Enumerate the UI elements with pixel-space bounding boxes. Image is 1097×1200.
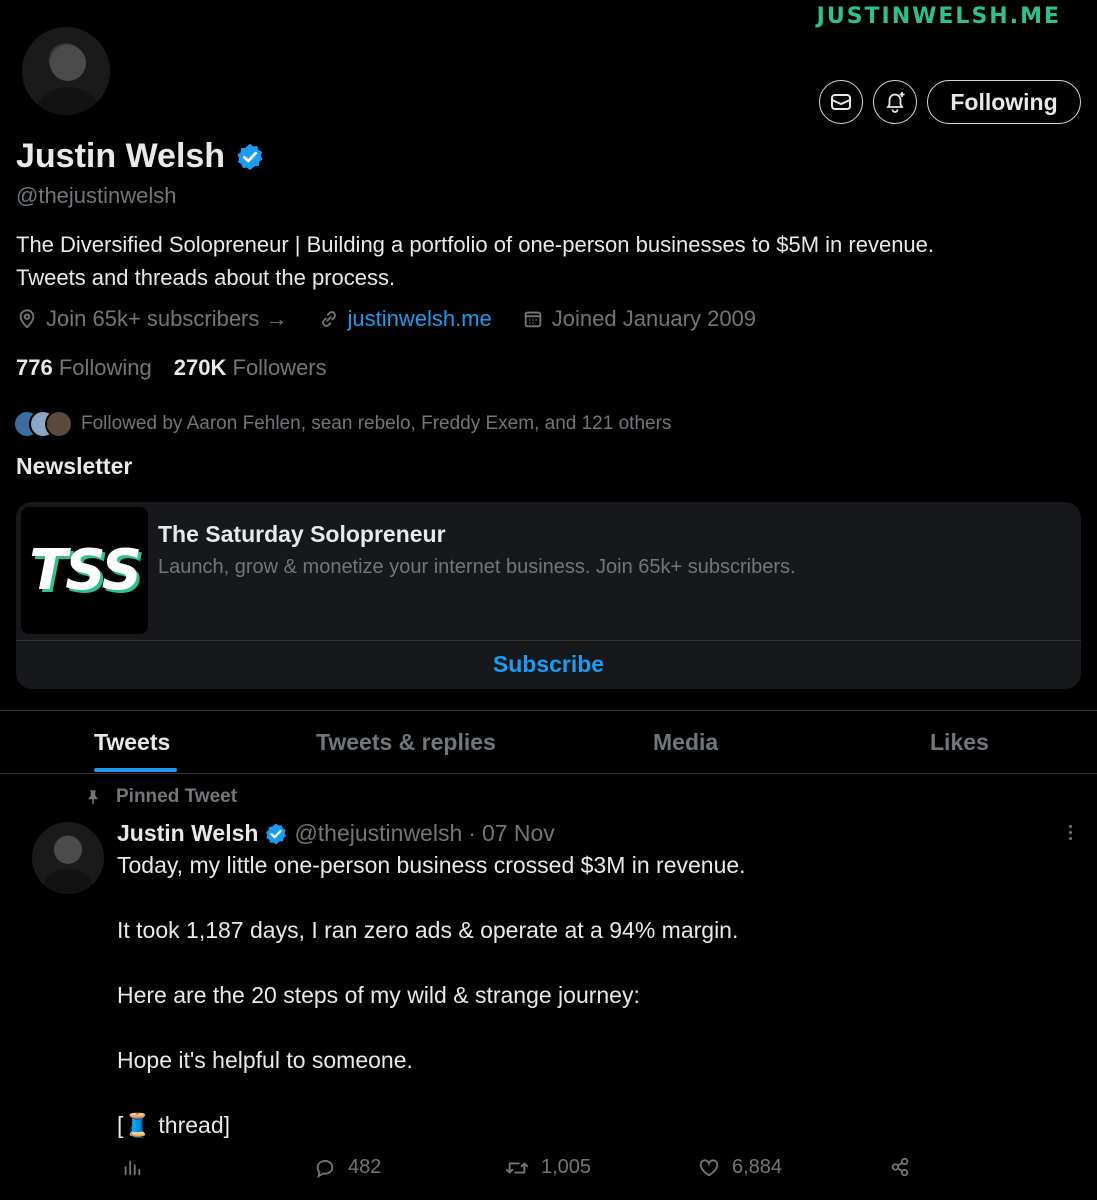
newsletter-title: The Saturday Solopreneur	[158, 521, 446, 547]
pinned-label: Pinned Tweet	[84, 786, 237, 808]
bio-line: The Diversified Solopreneur | Building a…	[16, 232, 935, 257]
tab-media[interactable]: Media	[653, 711, 718, 773]
follower-avatars	[13, 410, 73, 438]
analytics-icon	[124, 1160, 141, 1176]
tweet-text-line: [🧵 thread]	[117, 1112, 231, 1138]
website-link[interactable]: justinwelsh.me	[348, 306, 492, 332]
profile-name-row: Justin Welsh	[16, 137, 265, 176]
tweet-header: Justin Welsh @thejustinwelsh · 07 Nov	[117, 820, 555, 847]
following-button[interactable]: Following	[927, 80, 1081, 124]
followers-count: 270K	[173, 355, 227, 380]
retweet-count: 1,005	[541, 1156, 592, 1178]
location-icon	[19, 309, 35, 329]
reply-icon	[316, 1159, 334, 1178]
pinned-text: Pinned Tweet	[116, 786, 238, 807]
tweet-separator: ·	[468, 820, 476, 846]
tweet-avatar[interactable]	[32, 822, 104, 894]
notifications-button[interactable]	[873, 80, 917, 124]
tweet-text-line: Here are the 20 steps of my wild & stran…	[117, 982, 640, 1008]
reply-button[interactable]: 482	[314, 1156, 381, 1179]
following-count: 776	[16, 355, 53, 380]
profile-meta: Join 65k+ subscribers → justinwelsh.me J…	[16, 306, 756, 332]
tweet-text-line: Hope it's helpful to someone.	[117, 1047, 413, 1073]
message-button[interactable]	[819, 80, 863, 124]
retweet-button[interactable]: 1,005	[505, 1156, 591, 1179]
verified-badge-icon	[266, 823, 287, 844]
tweet-author-name[interactable]: Justin Welsh	[117, 820, 258, 847]
following-count-link[interactable]: 776 Following	[16, 355, 152, 381]
followers-label: Followers	[232, 355, 327, 380]
avatar	[45, 410, 73, 438]
location-text: Join 65k+ subscribers →	[46, 306, 288, 331]
profile-tabs: Tweets Tweets & replies Media Likes	[0, 711, 1097, 773]
profile-bio: The Diversified Solopreneur | Building a…	[16, 228, 1091, 294]
newsletter-logo-text: TSS	[29, 538, 142, 603]
divider	[0, 773, 1097, 774]
newsletter-logo: TSS	[21, 507, 148, 634]
share-button[interactable]	[889, 1156, 911, 1178]
active-tab-indicator	[94, 768, 177, 772]
newsletter-card[interactable]: TSS The Saturday Solopreneur Launch, gro…	[16, 502, 1081, 689]
mail-icon	[831, 94, 851, 110]
share-icon	[891, 1157, 909, 1177]
newsletter-description: Launch, grow & monetize your internet bu…	[158, 556, 796, 578]
profile-name: Justin Welsh	[16, 137, 226, 175]
follow-counts: 776 Following 270K Followers	[16, 355, 327, 381]
more-icon[interactable]	[1060, 822, 1080, 842]
link-icon	[321, 311, 336, 327]
retweet-icon	[505, 1162, 528, 1173]
followers-count-link[interactable]: 270K Followers	[174, 355, 327, 381]
tweet-text-line: It took 1,187 days, I ran zero ads & ope…	[117, 917, 739, 943]
tab-tweets[interactable]: Tweets	[94, 711, 170, 773]
like-button[interactable]: 6,884	[698, 1156, 782, 1179]
tab-tweets-replies[interactable]: Tweets & replies	[316, 711, 496, 773]
like-count: 6,884	[732, 1156, 783, 1178]
bell-plus-icon	[886, 92, 905, 113]
watermark: JUSTINWELSH.ME	[816, 4, 1061, 29]
subscribe-button[interactable]: Subscribe	[16, 640, 1081, 689]
newsletter-heading: Newsletter	[16, 453, 133, 479]
verified-badge-icon	[237, 143, 263, 170]
bio-line: Tweets and threads about the process.	[16, 265, 396, 290]
tweet-author-handle[interactable]: @thejustinwelsh	[294, 820, 462, 847]
pin-icon	[88, 790, 98, 805]
reply-count: 482	[348, 1156, 382, 1178]
following-label: Following	[58, 355, 152, 380]
profile-avatar[interactable]	[20, 25, 112, 117]
joined-text: Joined January 2009	[551, 306, 757, 331]
tweet-text-line: Today, my little one-person business cro…	[117, 852, 746, 878]
followed-by-text: Followed by Aaron Fehlen, sean rebelo, F…	[81, 413, 672, 434]
calendar-icon	[524, 311, 542, 328]
tab-likes[interactable]: Likes	[930, 711, 989, 773]
analytics-button[interactable]	[121, 1156, 143, 1178]
like-icon	[699, 1158, 719, 1176]
profile-handle: @thejustinwelsh	[16, 183, 177, 208]
followed-by[interactable]: Followed by Aaron Fehlen, sean rebelo, F…	[13, 410, 671, 438]
tweet-date[interactable]: 07 Nov	[482, 820, 555, 847]
